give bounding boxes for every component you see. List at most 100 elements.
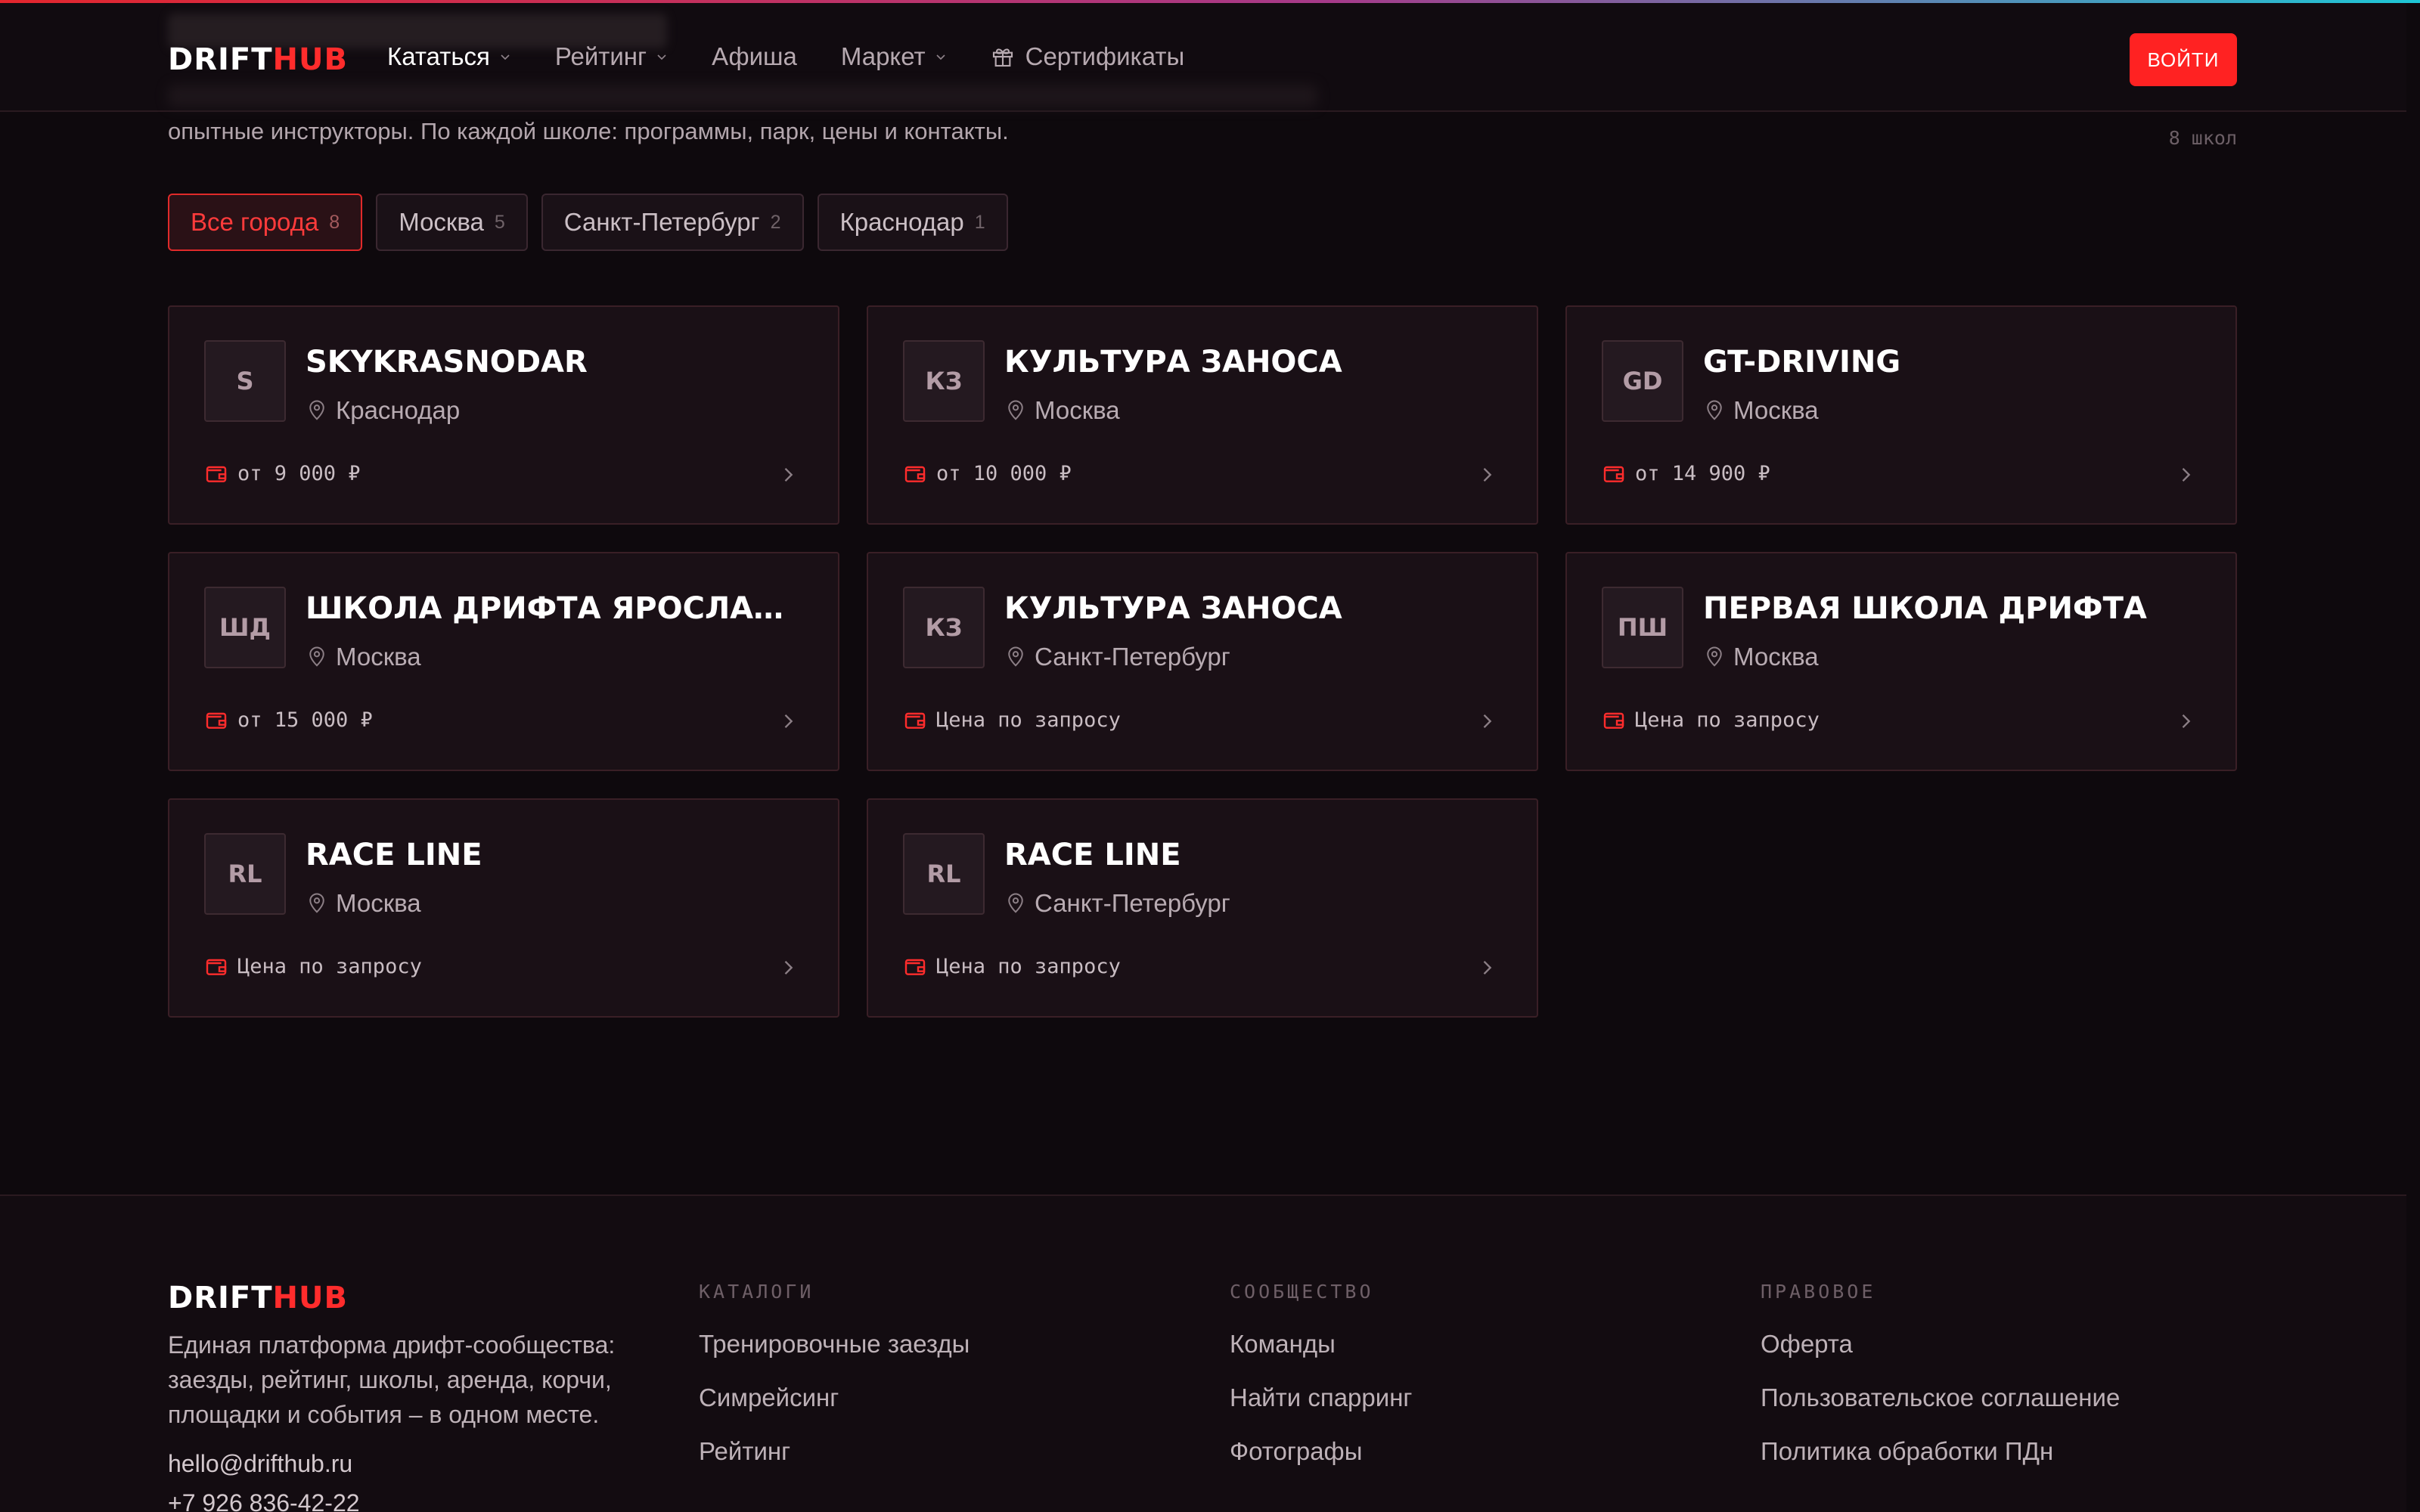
main-nav: Кататься Рейтинг Афиша Маркет Сертификат… xyxy=(387,42,1228,71)
wallet-icon xyxy=(1603,466,1624,482)
school-avatar: S xyxy=(204,340,286,422)
footer-link[interactable]: Симрейсинг xyxy=(699,1383,970,1412)
chevron-right-icon xyxy=(1483,961,1492,974)
city-label: Москва xyxy=(1733,396,1819,424)
school-name: SKYKRASNODAR xyxy=(306,345,588,380)
filter-chip-all[interactable]: Все города 8 xyxy=(168,194,363,251)
school-name: КУЛЬТУРА ЗАНОСА xyxy=(1004,345,1342,380)
school-avatar: RL xyxy=(204,833,286,915)
school-card[interactable]: RL RACE LINE Москва Цена по запросу xyxy=(168,798,839,1018)
filter-chip-moscow[interactable]: Москва 5 xyxy=(376,194,528,251)
footer-link[interactable]: Тренировочные заезды xyxy=(699,1330,970,1359)
location-pin-icon xyxy=(309,646,324,667)
school-card[interactable]: RL RACE LINE Санкт-Петербург Цена по зап… xyxy=(867,798,1538,1018)
footer-logo[interactable]: DRIFTHUB xyxy=(168,1281,348,1315)
wallet-icon xyxy=(1603,712,1624,729)
school-city: Санкт-Петербург xyxy=(1004,889,1230,918)
nav-label: Сертификаты xyxy=(1025,42,1185,70)
school-price: Цена по запросу xyxy=(204,954,422,978)
page-subtitle: опытные инструкторы. По каждой школе: пр… xyxy=(168,118,1009,144)
school-card[interactable]: КЗ КУЛЬТУРА ЗАНОСА Санкт-Петербург Цена … xyxy=(867,552,1538,771)
nav-label: Кататься xyxy=(387,42,490,70)
city-label: Москва xyxy=(336,889,421,917)
wallet-icon xyxy=(206,712,227,729)
school-city: Москва xyxy=(1703,643,1819,671)
filter-chip-spb[interactable]: Санкт-Петербург 2 xyxy=(541,194,804,251)
footer-column-community: СООБЩЕСТВО Команды Найти спарринг Фотогр… xyxy=(1230,1281,1412,1491)
nav-item-market[interactable]: Маркет xyxy=(841,42,947,71)
footer-link[interactable]: Найти спарринг xyxy=(1230,1383,1412,1412)
footer-column-title: ПРАВОВОЕ xyxy=(1761,1281,1876,1303)
footer-link[interactable]: Политика обработки ПДн xyxy=(1761,1437,2120,1466)
chevron-right-icon xyxy=(1483,714,1492,728)
footer-link[interactable]: Рейтинг xyxy=(699,1437,970,1466)
school-name: ПЕРВАЯ ШКОЛА ДРИФТА xyxy=(1703,591,2147,626)
site-header: DRIFTHUB Кататься Рейтинг Афиша Маркет С… xyxy=(0,3,2406,112)
school-avatar: GD xyxy=(1602,340,1683,422)
nav-item-certificates[interactable]: Сертификаты xyxy=(991,42,1185,71)
city-label: Москва xyxy=(336,643,421,671)
footer-link[interactable]: Фотографы xyxy=(1230,1437,1412,1466)
footer-email-link[interactable]: hello@drifthub.ru xyxy=(168,1450,352,1478)
chip-count: 8 xyxy=(329,211,340,233)
school-price: от 10 000 ₽ xyxy=(903,461,1072,485)
school-price: Цена по запросу xyxy=(903,954,1121,978)
login-button[interactable]: ВОЙТИ xyxy=(2130,33,2237,86)
footer-link[interactable]: Оферта xyxy=(1761,1330,2120,1359)
location-pin-icon xyxy=(1707,646,1722,667)
chevron-right-icon xyxy=(784,468,793,482)
school-card[interactable]: ШД ШКОЛА ДРИФТА ЯРОСЛАВА ... Москва от 1… xyxy=(168,552,839,771)
filter-chip-krasnodar[interactable]: Краснодар 1 xyxy=(817,194,1008,251)
footer-phone-link[interactable]: +7 926 836-42-22 xyxy=(168,1489,360,1512)
city-label: Краснодар xyxy=(336,396,461,424)
logo-accent: HUB xyxy=(272,42,348,77)
school-card[interactable]: GD GT-DRIVING Москва от 14 900 ₽ xyxy=(1565,305,2237,525)
school-avatar: КЗ xyxy=(903,340,985,422)
wallet-icon xyxy=(206,466,227,482)
school-card[interactable]: ПШ ПЕРВАЯ ШКОЛА ДРИФТА Москва Цена по за… xyxy=(1565,552,2237,771)
nav-item-rating[interactable]: Рейтинг xyxy=(555,42,668,71)
footer-column-title: КАТАЛОГИ xyxy=(699,1281,814,1303)
nav-item-ride[interactable]: Кататься xyxy=(387,42,511,71)
nav-item-events[interactable]: Афиша xyxy=(712,42,797,71)
chevron-right-icon xyxy=(784,714,793,728)
price-label: от 9 000 ₽ xyxy=(237,461,361,485)
price-label: от 10 000 ₽ xyxy=(936,461,1072,485)
chip-count: 2 xyxy=(770,211,781,233)
school-name: ШКОЛА ДРИФТА ЯРОСЛАВА ... xyxy=(306,591,805,626)
school-name: GT-DRIVING xyxy=(1703,345,1901,380)
wallet-icon xyxy=(206,959,227,975)
logo[interactable]: DRIFTHUB xyxy=(168,42,348,77)
price-label: Цена по запросу xyxy=(237,954,422,978)
footer-link[interactable]: Команды xyxy=(1230,1330,1412,1359)
school-city: Москва xyxy=(1703,396,1819,425)
city-label: Санкт-Петербург xyxy=(1035,643,1230,671)
chevron-right-icon xyxy=(2182,714,2191,728)
chevron-right-icon xyxy=(2182,468,2191,482)
school-name: RACE LINE xyxy=(1004,838,1181,872)
chevron-right-icon xyxy=(784,961,793,974)
school-price: Цена по запросу xyxy=(1602,708,1820,732)
school-city: Москва xyxy=(1004,396,1120,425)
chip-count: 1 xyxy=(974,211,985,233)
footer-link[interactable]: Пользовательское соглашение xyxy=(1761,1383,2120,1412)
price-label: Цена по запросу xyxy=(1635,708,1820,732)
wallet-icon xyxy=(904,959,926,975)
chevron-right-icon xyxy=(1483,468,1492,482)
school-name: RACE LINE xyxy=(306,838,482,872)
chip-label: Все города xyxy=(191,208,319,236)
school-city: Москва xyxy=(306,643,421,671)
school-avatar: КЗ xyxy=(903,587,985,668)
logo-main: DRIFT xyxy=(168,42,273,77)
city-label: Москва xyxy=(1733,643,1819,671)
chip-count: 5 xyxy=(494,211,505,233)
chevron-down-icon xyxy=(657,54,666,60)
location-pin-icon xyxy=(309,893,324,913)
school-price: от 14 900 ₽ xyxy=(1602,461,1770,485)
school-card[interactable]: КЗ КУЛЬТУРА ЗАНОСА Москва от 10 000 ₽ xyxy=(867,305,1538,525)
school-card[interactable]: S SKYKRASNODAR Краснодар от 9 000 ₽ xyxy=(168,305,839,525)
school-avatar: ШД xyxy=(204,587,286,668)
chevron-down-icon xyxy=(936,54,945,60)
school-avatar: RL xyxy=(903,833,985,915)
logo-main: DRIFT xyxy=(168,1281,273,1315)
